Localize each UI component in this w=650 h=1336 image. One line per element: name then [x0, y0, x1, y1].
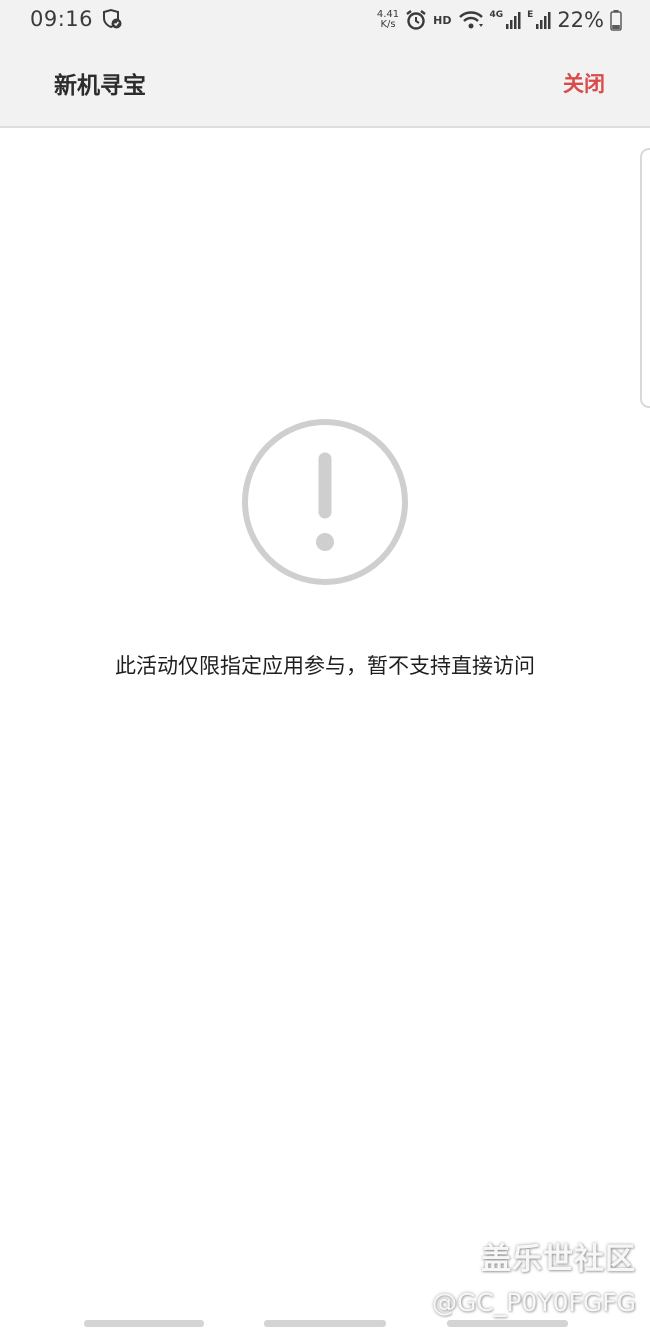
page-title: 新机寻宝 — [54, 72, 146, 99]
warning-exclamation-icon — [242, 419, 408, 585]
nav-bar-back[interactable] — [447, 1320, 568, 1327]
wifi-icon — [458, 11, 483, 29]
status-time: 09:16 — [30, 7, 94, 31]
watermark-user: @GC_P0Y0FGFG — [432, 1288, 636, 1317]
alarm-icon — [406, 10, 426, 30]
nav-bar-home[interactable] — [264, 1320, 386, 1327]
network-speed: 4.41 K/s — [377, 10, 399, 30]
access-restricted-message: 此活动仅限指定应用参与，暂不支持直接访问 — [115, 654, 535, 678]
status-icons: 4.41 K/s HD 4G E 22% — [377, 6, 622, 34]
network-type-e: E — [527, 10, 534, 20]
edge-panel-handle[interactable] — [640, 148, 650, 408]
network-type-4g: 4G — [489, 10, 504, 20]
app-bar: 新机寻宝 关闭 — [0, 40, 650, 128]
shield-notification-icon — [103, 8, 122, 29]
signal-icon-sim2 — [536, 12, 551, 29]
signal-icon-sim1 — [506, 12, 521, 29]
hd-voice-label: HD — [433, 13, 452, 27]
battery-icon — [610, 10, 622, 31]
close-button[interactable]: 关闭 — [563, 68, 605, 98]
status-bar: 09:16 4.41 K/s HD 4G E 22% — [0, 0, 650, 40]
nav-bar-recents[interactable] — [84, 1320, 204, 1327]
battery-percentage: 22% — [557, 8, 604, 32]
community-watermark: 盖乐世社区 @GC_P0Y0FGFG — [432, 1234, 636, 1317]
network-speed-unit: K/s — [380, 19, 396, 30]
watermark-brand: 盖乐世社区 — [481, 1242, 636, 1277]
